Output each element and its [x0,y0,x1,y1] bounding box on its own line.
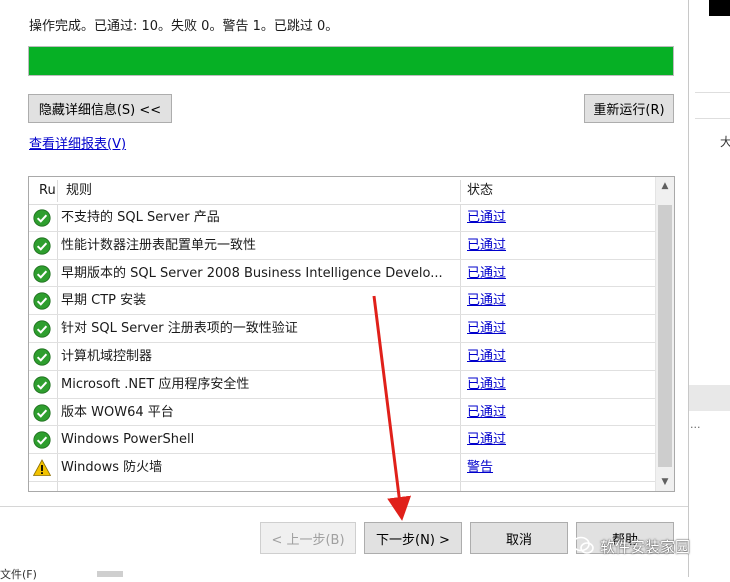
rule-status-link[interactable]: 已通过 [467,232,506,259]
rule-name: 版本 WOW64 平台 [61,404,174,420]
rule-name: 早期版本的 SQL Server 2008 Business Intellige… [61,265,443,281]
rule-name: 计算机域控制器 [61,348,153,364]
wechat-logo-icon [572,536,594,554]
rule-name: 不支持的 SQL Server 产品 [61,210,220,225]
rule-name: 早期 CTP 安装 [61,293,147,309]
footer-divider [0,506,688,507]
pass-check-icon [33,320,51,338]
rule-name: Windows 防火墙 [61,460,163,476]
scrollbar-thumb[interactable] [658,205,672,467]
pass-check-icon [33,264,51,283]
background-divider [695,118,730,119]
table-row[interactable]: 早期版本的 SQL Server 2008 Business Intellige… [29,260,655,288]
rerun-button[interactable]: 重新运行(R) [584,94,674,123]
table-row[interactable]: Microsoft .NET 应用程序安全性 已通过 [29,371,655,399]
cancel-button[interactable]: 取消 [470,522,568,554]
setup-rules-dialog: 操作完成。已通过: 10。失败 0。警告 1。已跳过 0。 隐藏详细信息(S) … [0,0,689,577]
watermark-text: 软件安装家园 [600,537,691,556]
pass-check-icon [33,209,51,227]
column-header-status[interactable]: 状态 [467,177,493,204]
rule-name: 针对 SQL Server 注册表项的一致性验证 [61,321,298,337]
rule-status-link[interactable]: 已通过 [467,315,506,342]
background-window [689,0,730,577]
pass-check-icon [33,403,51,422]
rule-status-link[interactable]: 已通过 [467,343,506,370]
table-row[interactable]: 计算机域控制器 已通过 [29,343,655,371]
background-ellipsis: ... [690,418,701,431]
table-body: 不支持的 SQL Server 产品 已通过 性能计数器注册表配置单元一致性 已通过早… [29,204,655,482]
next-step-button[interactable]: 下一步(N) > [364,522,462,554]
rule-status-link[interactable]: 已通过 [467,260,506,287]
column-separator [57,180,58,202]
rule-status-link[interactable]: 已通过 [467,204,506,231]
rule-name: 性能计数器注册表配置单元一致性 [61,237,257,253]
pass-check-icon [33,292,51,310]
progress-bar [28,46,674,76]
column-header-rule[interactable]: 规则 [66,177,92,204]
table-row[interactable]: 早期 CTP 安装 已通过 [29,287,655,316]
table-row[interactable]: 不支持的 SQL Server 产品 已通过 [29,204,655,232]
hide-details-button[interactable]: 隐藏详细信息(S) << [28,94,172,123]
column-separator [460,180,461,202]
background-menu-text: 文件(F) [0,568,37,581]
rule-status-link[interactable]: 已通过 [467,399,506,426]
table-header: Ru 规则 状态 [29,177,655,205]
rule-status-link[interactable]: 警告 [467,454,493,481]
background-text: 大 [720,135,730,149]
rule-name: Microsoft .NET 应用程序安全性 [61,376,250,392]
table-row[interactable]: Windows 防火墙 警告 [29,454,655,482]
pass-check-icon [33,376,51,394]
background-band [689,385,730,411]
rule-status-link[interactable]: 已通过 [467,426,506,453]
rules-table: Ru 规则 状态 不支持的 SQL Server 产品 已通过 性能计数器注册表配置… [28,176,675,492]
table-row[interactable]: 性能计数器注册表配置单元一致性 已通过 [29,232,655,260]
watermark: 软件安装家园 [572,533,690,559]
pass-check-icon [33,237,51,255]
table-row[interactable]: 版本 WOW64 平台 已通过 [29,399,655,427]
scroll-down-arrow-icon[interactable]: ▼ [656,473,674,491]
table-row[interactable]: 针对 SQL Server 注册表项的一致性验证 已通过 [29,315,655,343]
table-row[interactable]: Windows PowerShell 已通过 [29,426,655,455]
pass-check-icon [33,348,51,366]
progress-fill [29,47,673,75]
operation-status-text: 操作完成。已通过: 10。失败 0。警告 1。已跳过 0。 [29,19,339,34]
vertical-scrollbar[interactable]: ▲ ▼ [655,177,674,491]
background-divider [695,92,730,93]
rule-status-link[interactable]: 已通过 [467,371,506,398]
rule-name: Windows PowerShell [61,432,195,448]
background-mark [97,571,123,577]
rule-status-link[interactable]: 已通过 [467,287,506,314]
previous-step-button[interactable]: < 上一步(B) [260,522,356,554]
column-header-ru[interactable]: Ru [39,177,56,204]
view-detailed-report-link[interactable]: 查看详细报表(V) [29,133,126,152]
background-dark-block [709,0,730,16]
warning-triangle-icon [33,459,51,477]
pass-check-icon [33,431,51,449]
scroll-up-arrow-icon[interactable]: ▲ [656,177,674,195]
